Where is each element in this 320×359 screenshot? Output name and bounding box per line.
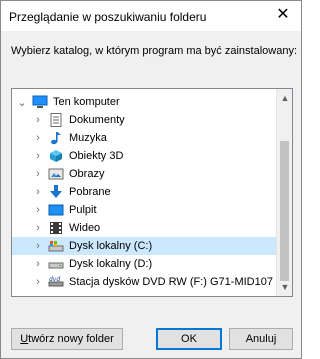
tree-item-local-disk-d[interactable]: › Dysk lokalny (D:): [12, 255, 276, 273]
tree-item-label: Obiekty 3D: [69, 150, 124, 162]
close-icon[interactable]: ✕: [273, 5, 293, 25]
computer-icon: [32, 95, 48, 109]
tree-item-label: Muzyka: [69, 132, 107, 144]
tree-item-label: Dokumenty: [69, 114, 125, 126]
new-folder-button[interactable]: Utwórz nowy folder: [11, 328, 123, 350]
tree-item-label: Pulpit: [69, 204, 97, 216]
chevron-right-icon[interactable]: ›: [32, 258, 44, 270]
tree-item-label: Dysk lokalny (C:): [69, 240, 153, 252]
instruction-text: Wybierz katalog, w którym program ma być…: [11, 45, 297, 57]
folder-tree-list: ⌄ Ten komputer › Dokumenty › Muzyka › Ob…: [12, 89, 276, 296]
scrollbar-thumb[interactable]: [280, 141, 289, 281]
title-bar: Przeglądanie w poszukiwaniu folderu ✕: [1, 1, 301, 31]
tree-item-desktop[interactable]: › Pulpit: [12, 201, 276, 219]
vertical-scrollbar[interactable]: ▲ ▼: [276, 89, 292, 296]
documents-icon: [48, 113, 64, 127]
tree-item-downloads[interactable]: › Pobrane: [12, 183, 276, 201]
tree-item-label: Obrazy: [69, 168, 105, 180]
downloads-icon: [48, 185, 64, 199]
chevron-right-icon[interactable]: ›: [32, 150, 44, 162]
new-folder-accelerator: U: [20, 333, 29, 345]
new-folder-label: twórz nowy folder: [28, 333, 114, 345]
chevron-right-icon[interactable]: ›: [32, 240, 44, 252]
dialog-title: Przeglądanie w poszukiwaniu folderu: [9, 10, 207, 24]
objects-3d-icon: [48, 149, 64, 163]
videos-icon: [48, 221, 64, 235]
tree-item-dvd-drive[interactable]: › dvd Stacja dysków DVD RW (F:) G71-MID1…: [12, 273, 276, 291]
chevron-right-icon[interactable]: ›: [32, 222, 44, 234]
tree-item-label: Pobrane: [69, 186, 111, 198]
svg-text:dvd: dvd: [49, 276, 60, 283]
ok-label: OK: [181, 333, 197, 345]
tree-item-this-pc[interactable]: ⌄ Ten komputer: [12, 93, 276, 111]
tree-item-label: Dysk lokalny (D:): [69, 258, 153, 270]
tree-item-documents[interactable]: › Dokumenty: [12, 111, 276, 129]
browse-folder-dialog: Przeglądanie w poszukiwaniu folderu ✕ Wy…: [0, 0, 302, 359]
chevron-right-icon[interactable]: ›: [32, 276, 44, 288]
chevron-right-icon[interactable]: ›: [32, 204, 44, 216]
music-icon: [48, 131, 64, 145]
cancel-button[interactable]: Anuluj: [229, 328, 293, 350]
scroll-down-icon[interactable]: ▼: [277, 279, 292, 295]
pictures-icon: [48, 167, 64, 181]
tree-item-pictures[interactable]: › Obrazy: [12, 165, 276, 183]
tree-item-label: Ten komputer: [53, 96, 120, 108]
dvd-drive-icon: dvd: [48, 275, 64, 289]
tree-item-label: Wideo: [69, 222, 101, 234]
local-disk-icon: [48, 239, 64, 253]
folder-tree[interactable]: ⌄ Ten komputer › Dokumenty › Muzyka › Ob…: [11, 88, 293, 297]
tree-item-videos[interactable]: › Wideo: [12, 219, 276, 237]
tree-item-local-disk-c[interactable]: › Dysk lokalny (C:): [12, 237, 276, 255]
cancel-label: Anuluj: [245, 333, 277, 345]
ok-button[interactable]: OK: [156, 328, 222, 350]
tree-item-label: Stacja dysków DVD RW (F:) G71-MID107: [69, 276, 273, 288]
tree-item-3d-objects[interactable]: › Obiekty 3D: [12, 147, 276, 165]
chevron-right-icon[interactable]: ›: [32, 168, 44, 180]
scroll-up-icon[interactable]: ▲: [277, 90, 292, 106]
tree-item-music[interactable]: › Muzyka: [12, 129, 276, 147]
chevron-right-icon[interactable]: ›: [32, 114, 44, 126]
desktop-icon: [48, 203, 64, 217]
chevron-down-icon[interactable]: ⌄: [16, 96, 28, 109]
chevron-right-icon[interactable]: ›: [32, 186, 44, 198]
chevron-right-icon[interactable]: ›: [32, 132, 44, 144]
local-disk-icon: [48, 257, 64, 271]
